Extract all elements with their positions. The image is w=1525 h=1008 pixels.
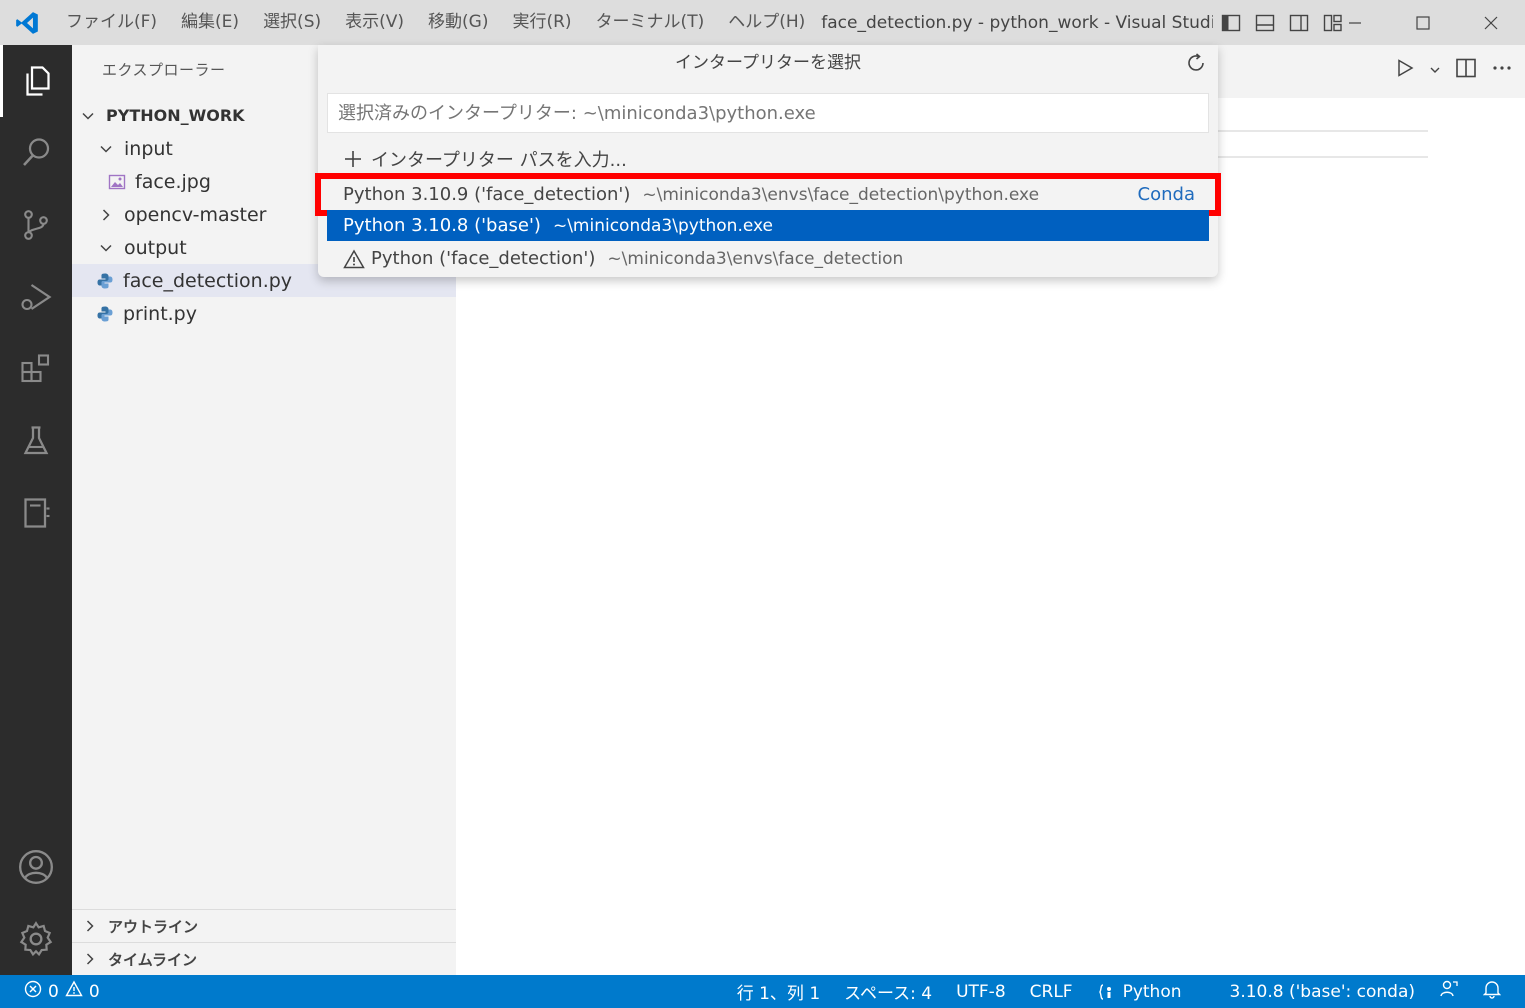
enter-interpreter-path-item[interactable]: インタープリター パスを入力... <box>327 143 1209 174</box>
menu-file[interactable]: ファイル(F) <box>54 0 169 45</box>
run-debug-icon[interactable] <box>0 261 72 333</box>
manage-gear-icon[interactable] <box>0 903 72 975</box>
menu-run[interactable]: 実行(R) <box>500 0 583 45</box>
more-actions-icon[interactable] <box>1491 57 1513 83</box>
item-path: ~\miniconda3\python.exe <box>552 215 774 236</box>
interpreter-option-face-detection-env[interactable]: Python ('face_detection') ~\miniconda3\e… <box>327 243 1209 274</box>
tree-file-print-py[interactable]: print.py <box>72 297 456 330</box>
search-icon[interactable] <box>0 117 72 189</box>
indentation[interactable]: スペース: 4 <box>844 979 932 1004</box>
item-label: Python ('face_detection') <box>371 248 596 269</box>
title-bar: ファイル(F) 編集(E) 選択(S) 表示(V) 移動(G) 実行(R) ター… <box>0 0 1525 45</box>
end-of-line[interactable]: CRLF <box>1030 982 1073 1002</box>
timeline-section[interactable]: タイムライン <box>72 942 456 975</box>
run-options-chevron-down-icon[interactable] <box>1429 61 1441 80</box>
extensions-icon[interactable] <box>0 333 72 405</box>
notifications-bell-icon[interactable] <box>1482 979 1502 1004</box>
close-window-button[interactable] <box>1457 0 1525 45</box>
tree-item-label: output <box>124 236 187 259</box>
feedback-icon[interactable] <box>1439 979 1459 1004</box>
chevron-right-icon <box>98 207 114 223</box>
menu-go[interactable]: 移動(G) <box>416 0 500 45</box>
chevron-down-icon <box>80 108 96 124</box>
menu-bar: ファイル(F) 編集(E) 選択(S) 表示(V) 移動(G) 実行(R) ター… <box>54 0 817 45</box>
chevron-right-icon <box>82 918 98 934</box>
interpreter-option-face-detection[interactable]: Python 3.10.9 ('face_detection') ~\minic… <box>315 173 1221 216</box>
python-interpreter-status[interactable]: 3.10.8 ('base': conda) <box>1230 982 1415 1002</box>
tree-item-label: face.jpg <box>135 170 211 193</box>
warning-icon <box>65 980 83 1003</box>
menu-help[interactable]: ヘルプ(H) <box>716 0 817 45</box>
menu-view[interactable]: 表示(V) <box>333 0 416 45</box>
error-count: 0 <box>48 981 59 1002</box>
editor-ruler-line <box>1200 156 1428 158</box>
testing-flask-icon[interactable] <box>0 405 72 477</box>
outline-label: アウトライン <box>108 917 199 936</box>
window-title: face_detection.py - python_work - Visual… <box>821 12 1214 33</box>
interpreter-option-base[interactable]: Python 3.10.8 ('base') ~\miniconda3\pyth… <box>327 210 1209 241</box>
toggle-primary-sidebar-icon[interactable] <box>1219 11 1243 35</box>
vscode-logo-icon <box>0 0 54 45</box>
explorer-icon[interactable] <box>0 45 72 117</box>
toggle-secondary-sidebar-icon[interactable] <box>1287 11 1311 35</box>
language-mode[interactable]: Python <box>1097 982 1206 1002</box>
chevron-down-icon <box>98 240 114 256</box>
item-path: ~\miniconda3\envs\face_detection\python.… <box>642 184 1040 205</box>
menu-selection[interactable]: 選択(S) <box>251 0 333 45</box>
language-label: Python <box>1122 981 1182 1002</box>
item-path: ~\miniconda3\envs\face_detection <box>607 248 904 269</box>
problems-status[interactable]: 0 0 <box>24 980 100 1003</box>
activity-bar <box>0 45 72 975</box>
maximize-button[interactable] <box>1389 0 1457 45</box>
accounts-icon[interactable] <box>0 831 72 903</box>
item-label: Python 3.10.8 ('base') <box>343 215 541 236</box>
outline-section[interactable]: アウトライン <box>72 909 456 942</box>
warning-count: 0 <box>88 981 100 1002</box>
interpreter-search-input[interactable] <box>327 93 1209 133</box>
menu-edit[interactable]: 編集(E) <box>169 0 251 45</box>
split-editor-icon[interactable] <box>1455 57 1477 83</box>
status-bar: 0 0 行 1、列 1 スペース: 4 UTF-8 CRLF Python 3.… <box>0 975 1525 1008</box>
workspace-root-label: PYTHON_WORK <box>106 106 245 125</box>
interpreter-quick-pick: インタープリターを選択 インタープリター パスを入力... Python 3.1… <box>315 45 1221 277</box>
add-icon <box>343 149 363 169</box>
toggle-panel-icon[interactable] <box>1253 11 1277 35</box>
image-file-icon <box>108 173 126 191</box>
run-python-file-icon[interactable] <box>1395 58 1415 82</box>
explorer-title: エクスプローラー <box>102 61 226 79</box>
error-icon <box>24 980 42 1003</box>
timeline-label: タイムライン <box>108 950 197 969</box>
chevron-right-icon <box>82 951 98 967</box>
notebook-icon[interactable] <box>0 477 72 549</box>
item-label: Python 3.10.9 ('face_detection') <box>343 184 631 205</box>
python-file-icon <box>96 272 114 290</box>
menu-terminal[interactable]: ターミナル(T) <box>584 0 717 45</box>
tree-item-label: print.py <box>123 302 197 325</box>
warning-icon <box>343 248 365 269</box>
language-braces-icon <box>1098 983 1111 1000</box>
editor-ruler-line <box>1200 130 1428 132</box>
tree-item-label: opencv-master <box>124 203 267 226</box>
source-control-icon[interactable] <box>0 189 72 261</box>
python-file-icon <box>96 305 114 323</box>
cursor-position[interactable]: 行 1、列 1 <box>737 979 820 1004</box>
tree-item-label: input <box>124 137 173 160</box>
quick-pick-title: インタープリターを選択 <box>675 53 861 73</box>
tree-item-label: face_detection.py <box>123 269 293 292</box>
conda-tag: Conda <box>1137 184 1195 205</box>
item-label: インタープリター パスを入力... <box>371 149 627 171</box>
chevron-down-icon <box>98 141 114 157</box>
refresh-icon[interactable] <box>1184 51 1208 75</box>
minimize-button[interactable] <box>1321 0 1389 45</box>
encoding[interactable]: UTF-8 <box>956 982 1006 1002</box>
